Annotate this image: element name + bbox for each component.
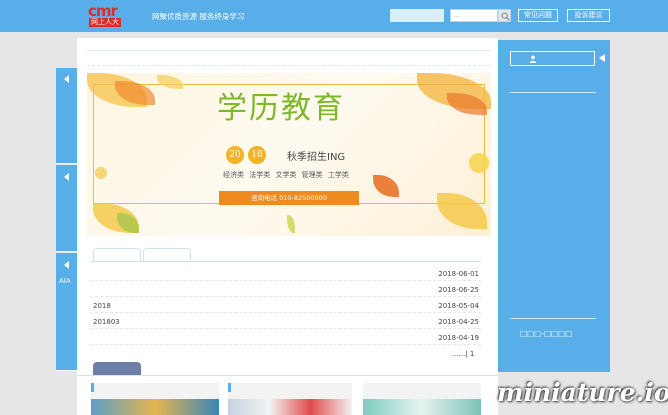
year-part: 18 [248, 146, 266, 164]
banner-year: 20 18 [226, 146, 270, 164]
left-arrow-icon [64, 75, 69, 83]
news-item[interactable]: 2018-04-19 [90, 330, 481, 345]
faq-button[interactable]: 常见问题 [518, 9, 558, 22]
content-tab-2[interactable] [143, 248, 191, 262]
banner-season: 秋季招生ING [287, 152, 346, 163]
news-date: 2018-04-19 [438, 334, 479, 342]
logo-mark: cmr [88, 2, 118, 20]
site-logo[interactable]: cmr 网上人大 [88, 3, 142, 29]
news-date: 2018-04-25 [438, 318, 479, 326]
news-item[interactable]: 2018-06-25 [90, 282, 481, 297]
feedback-button[interactable]: 投诉建议 [567, 9, 610, 22]
card-thumbnail [363, 399, 481, 415]
section-divider [77, 375, 498, 376]
sidebar-divider [510, 318, 596, 319]
news-item[interactable]: 201803 2018-04-25 [90, 314, 481, 329]
left-tab-1[interactable] [56, 68, 77, 164]
user-login-box[interactable] [510, 51, 595, 66]
login-field[interactable] [390, 9, 444, 22]
site-slogan: 网聚优质资源 服务终身学习 [152, 12, 245, 21]
tab-divider [90, 261, 481, 262]
banner-categories: 经济类 法学类 文学类 管理类 工学类 [223, 171, 349, 179]
promo-banner[interactable]: 学历教育 20 18 秋季招生ING 经济类 法学类 文学类 管理类 工学类 咨… [87, 73, 491, 236]
top-strip [87, 50, 491, 66]
search-input[interactable]: ... [450, 9, 498, 22]
news-item[interactable]: 2018-06-01 [90, 266, 481, 281]
news-date: 2018-06-01 [438, 270, 479, 278]
news-item[interactable]: 2018 2018-05-04 [90, 298, 481, 313]
news-date: 2018-05-04 [438, 302, 479, 310]
left-tab-2[interactable] [56, 165, 77, 252]
leaf-decoration [287, 215, 295, 233]
sidebar-link[interactable]: □□□-□□□□ [520, 329, 572, 338]
banner-title: 学历教育 [217, 91, 345, 126]
search-button[interactable] [498, 9, 511, 22]
left-arrow-icon [64, 173, 69, 181]
logo-subtitle: 网上人大 [89, 18, 121, 27]
banner-phone[interactable]: 咨询电话 010-82500000 [219, 191, 359, 205]
left-arrow-icon [64, 261, 69, 269]
circle-decoration [95, 167, 107, 179]
pagination[interactable]: ......| 1 [452, 350, 474, 358]
year-part: 20 [226, 146, 244, 164]
left-tab-label: AIA [59, 277, 71, 285]
card-thumbnail [228, 399, 352, 415]
course-card[interactable] [91, 383, 219, 415]
section-tab[interactable] [93, 362, 141, 375]
collapse-arrow-icon[interactable] [599, 54, 605, 62]
course-card[interactable] [228, 383, 352, 415]
sidebar-divider [510, 92, 596, 93]
circle-decoration [469, 153, 489, 173]
watermark: miniature.io [497, 378, 668, 407]
news-title: 201803 [93, 318, 120, 326]
course-card[interactable] [363, 383, 481, 415]
card-accent [91, 383, 94, 392]
card-thumbnail [91, 399, 219, 415]
search-icon [501, 12, 510, 21]
news-title: 2018 [93, 302, 111, 310]
left-tab-3[interactable]: AIA [56, 253, 77, 371]
content-tab-1[interactable] [93, 248, 141, 262]
user-icon [529, 55, 537, 63]
right-sidebar: □□□-□□□□ [498, 40, 610, 372]
news-date: 2018-06-25 [438, 286, 479, 294]
card-accent [228, 383, 231, 392]
top-bar: cmr 网上人大 网聚优质资源 服务终身学习 ... 常见问题 投诉建议 [0, 0, 668, 32]
